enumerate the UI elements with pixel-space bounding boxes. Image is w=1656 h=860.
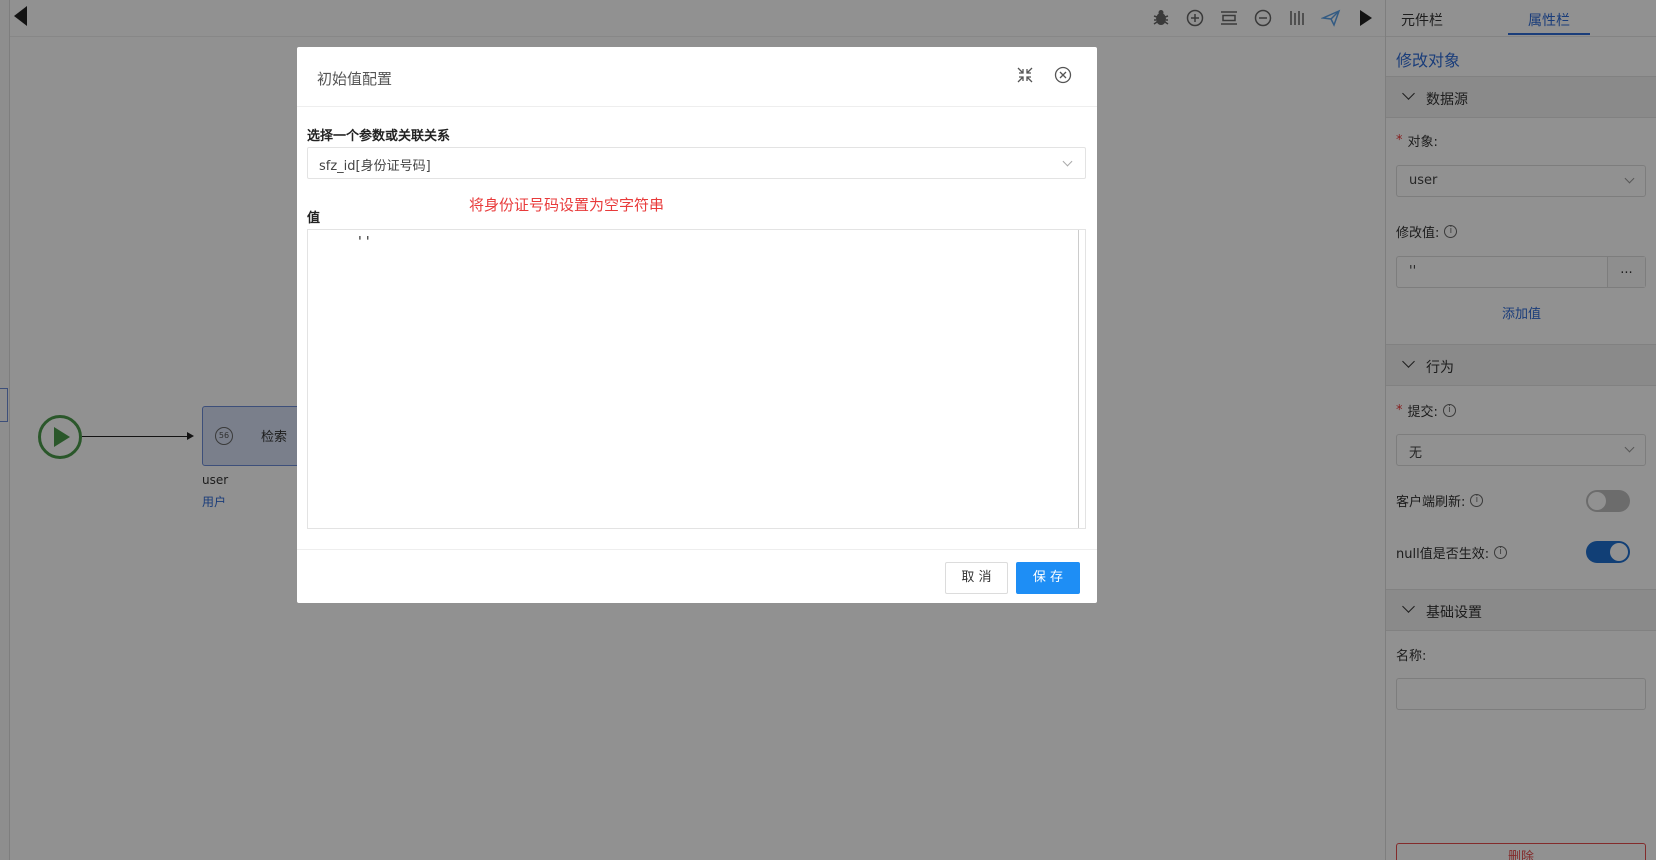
dialog-footer: 取 消 保 存 bbox=[297, 549, 1097, 603]
annotation-text: 将身份证号码设置为空字符串 bbox=[469, 196, 665, 214]
chevron-down-icon bbox=[1062, 156, 1073, 167]
value-label: 值 bbox=[307, 211, 321, 226]
value-code-editor[interactable]: '' bbox=[307, 229, 1086, 529]
param-label: 选择一个参数或关联关系 bbox=[307, 129, 451, 144]
close-icon[interactable] bbox=[1053, 65, 1073, 85]
save-button[interactable]: 保 存 bbox=[1016, 562, 1080, 594]
dialog-header: 初始值配置 bbox=[297, 47, 1097, 107]
param-select[interactable]: sfz_id[身份证号码] bbox=[307, 147, 1086, 179]
param-select-value: sfz_id[身份证号码] bbox=[319, 159, 431, 174]
editor-scrollbar[interactable] bbox=[1078, 230, 1079, 528]
fullscreen-icon[interactable] bbox=[1015, 65, 1035, 85]
cancel-button[interactable]: 取 消 bbox=[945, 562, 1008, 594]
initial-value-dialog: 初始值配置 选择一个参数或关联关系 sfz_id[身份证号码] 值 将身份证号码… bbox=[297, 47, 1097, 603]
dialog-title: 初始值配置 bbox=[317, 70, 393, 88]
code-text: '' bbox=[356, 235, 372, 250]
